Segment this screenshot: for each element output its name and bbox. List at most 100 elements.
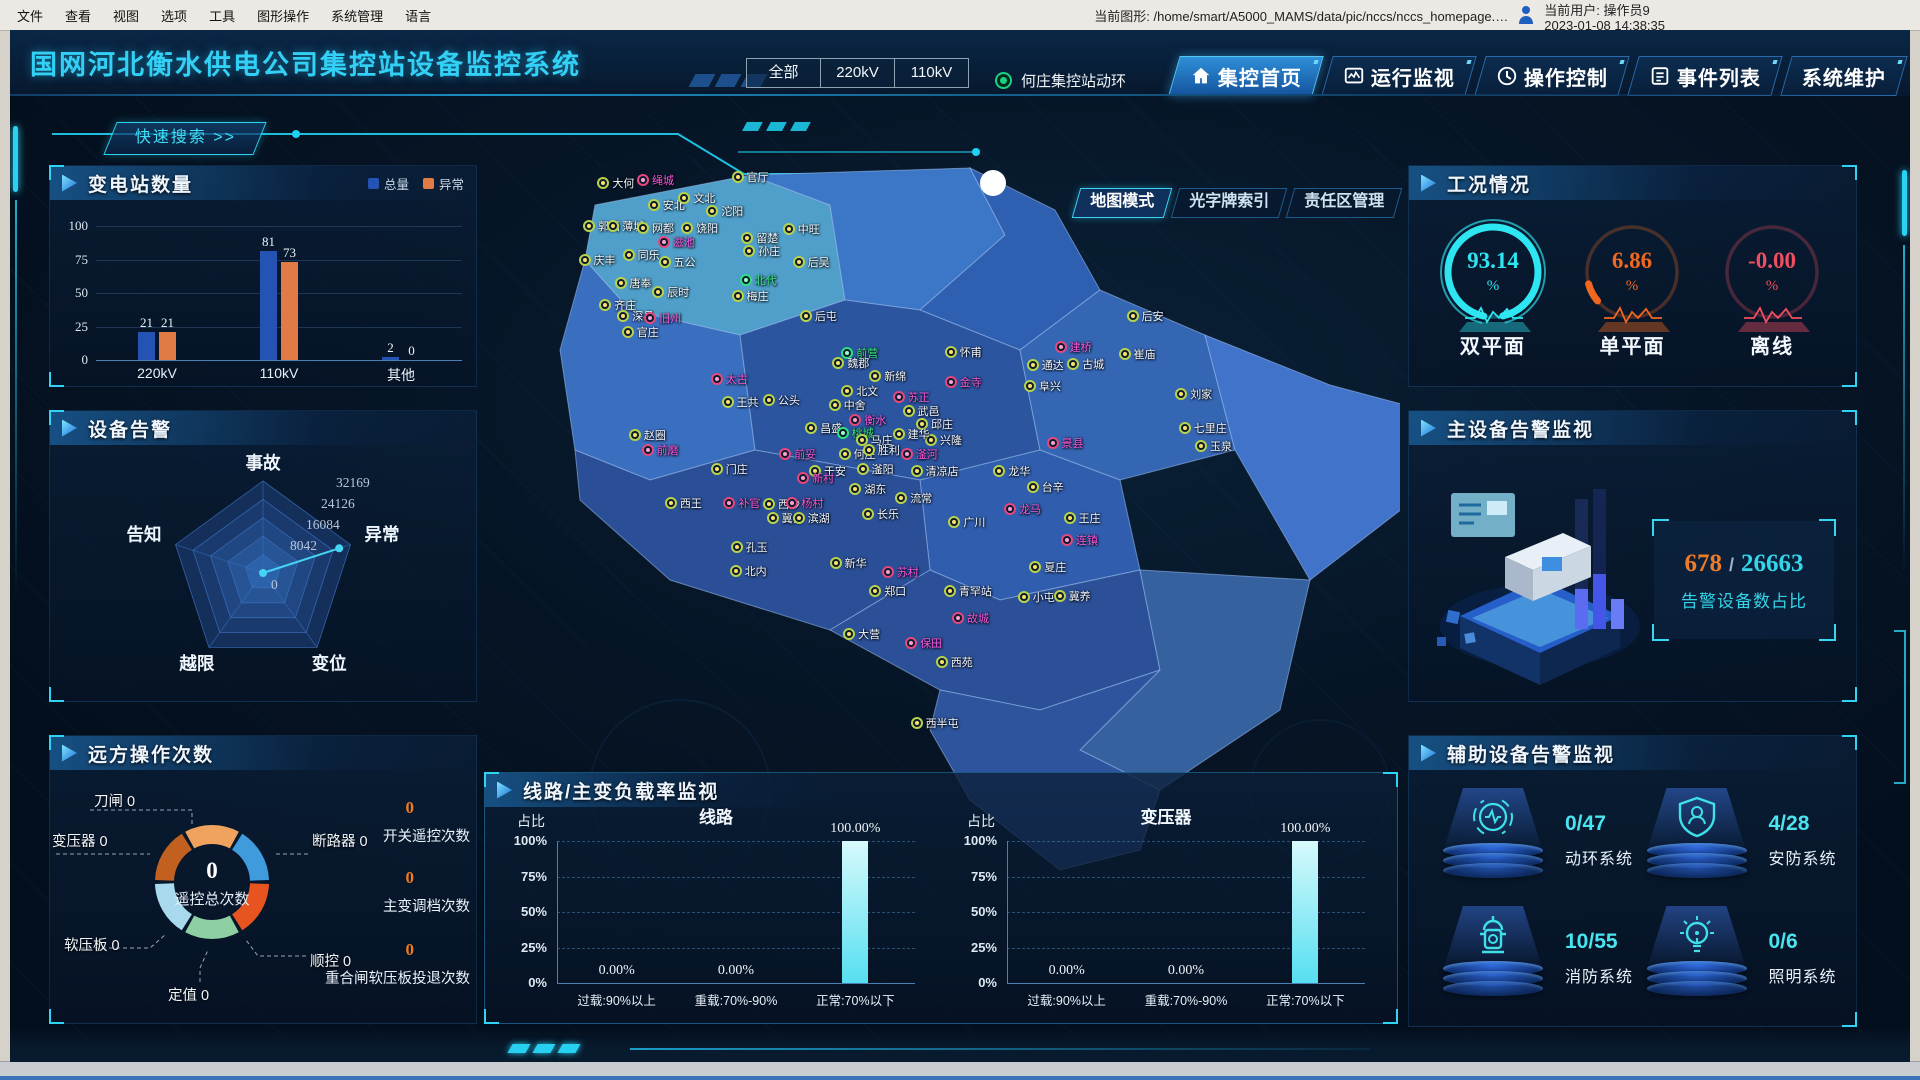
map-station-怀甫[interactable]: 怀甫: [945, 344, 982, 360]
map-station-官厅[interactable]: 官厅: [732, 169, 769, 185]
map-station-大营[interactable]: 大营: [843, 626, 880, 642]
map-station-流常[interactable]: 流常: [895, 490, 932, 506]
map-station-新绵[interactable]: 新绵: [869, 368, 906, 384]
aux-system-动环系统[interactable]: 0/47动环系统: [1435, 784, 1639, 896]
map-station-沱阳[interactable]: 沱阳: [706, 203, 743, 219]
map-station-中旺[interactable]: 中旺: [783, 221, 820, 237]
aux-system-消防系统[interactable]: 10/55消防系统: [1435, 902, 1639, 1014]
map-station-青罕站[interactable]: 青罕站: [944, 583, 992, 599]
menu-item-视图[interactable]: 视图: [102, 6, 150, 25]
nav-运行监视[interactable]: 运行监视: [1321, 56, 1476, 96]
map-station-广川[interactable]: 广川: [948, 514, 985, 530]
aux-system-照明系统[interactable]: 0/6照明系统: [1639, 902, 1843, 1014]
map-station-清凉店[interactable]: 清凉店: [911, 463, 959, 479]
map-station-夏庄[interactable]: 夏庄: [1029, 559, 1066, 575]
map-station-绳城[interactable]: 绳城: [637, 172, 674, 188]
map-station-王庄[interactable]: 王庄: [1064, 510, 1101, 526]
voltage-filter-220kV[interactable]: 220kV: [820, 58, 895, 88]
map-station-滨湖[interactable]: 滨湖: [793, 510, 830, 526]
map-station-崔庙[interactable]: 崔庙: [1119, 346, 1156, 362]
map-station-建华[interactable]: 建华: [893, 426, 930, 442]
map-station-后屯[interactable]: 后屯: [800, 308, 837, 324]
map-station-新村[interactable]: 新村: [797, 470, 834, 486]
menu-item-工具[interactable]: 工具: [198, 6, 246, 25]
map-station-魏郡[interactable]: 魏郡: [832, 355, 869, 371]
station-marker-icon: [711, 373, 723, 385]
menu-item-系统管理[interactable]: 系统管理: [320, 6, 394, 25]
left-edge-deco: [13, 126, 18, 192]
map-station-台辛[interactable]: 台辛: [1027, 479, 1064, 495]
nav-集控首页[interactable]: 集控首页: [1168, 56, 1323, 96]
quick-search-button[interactable]: 快速搜索 >>: [103, 122, 266, 155]
map-station-同乐[interactable]: 同乐: [623, 247, 660, 263]
map-station-滋池[interactable]: 滋池: [658, 234, 695, 250]
map-station-通达[interactable]: 通达: [1027, 357, 1064, 373]
menu-item-选项[interactable]: 选项: [150, 6, 198, 25]
map-station-官庄[interactable]: 官庄: [622, 324, 659, 340]
map-station-五公[interactable]: 五公: [659, 254, 696, 270]
map-station-中舍[interactable]: 中舍: [829, 397, 866, 413]
map-station-公头[interactable]: 公头: [763, 392, 800, 408]
map-station-滏河[interactable]: 滏河: [901, 446, 938, 462]
map-station-郑口[interactable]: 郑口: [869, 583, 906, 599]
map-station-太古[interactable]: 太古: [711, 371, 748, 387]
map-station-玉泉[interactable]: 玉泉: [1195, 438, 1232, 454]
menu-item-语言[interactable]: 语言: [394, 6, 442, 25]
map-station-北代[interactable]: 北代: [740, 272, 777, 288]
map-station-胜利[interactable]: 胜利: [863, 442, 900, 458]
map-station-龙马[interactable]: 龙马: [1004, 501, 1041, 517]
map-station-古城[interactable]: 古城: [1067, 356, 1104, 372]
map-station-苏村[interactable]: 苏村: [882, 564, 919, 580]
map-station-后安[interactable]: 后安: [1127, 308, 1164, 324]
map-station-保田[interactable]: 保田: [905, 635, 942, 651]
map-station-长乐[interactable]: 长乐: [862, 506, 899, 522]
map-station-西半屯[interactable]: 西半屯: [911, 715, 959, 731]
map-station-孙庄[interactable]: 孙庄: [743, 243, 780, 259]
map-station-滏阳[interactable]: 滏阳: [857, 461, 894, 477]
map-station-新华[interactable]: 新华: [830, 555, 867, 571]
map-station-建桥[interactable]: 建桥: [1055, 339, 1092, 355]
map-station-杨村[interactable]: 杨村: [786, 495, 823, 511]
nav-事件列表[interactable]: 事件列表: [1627, 56, 1782, 96]
menu-item-图形操作[interactable]: 图形操作: [246, 6, 320, 25]
map-station-阜兴[interactable]: 阜兴: [1024, 378, 1061, 394]
map-station-王共[interactable]: 王共: [722, 394, 759, 410]
station-indicator[interactable]: 何庄集控站动环: [995, 70, 1126, 91]
map-station-后吴[interactable]: 后吴: [793, 254, 830, 270]
map-station-梅庄[interactable]: 梅庄: [732, 288, 769, 304]
map-station-前磨[interactable]: 前磨: [642, 442, 679, 458]
menu-item-文件[interactable]: 文件: [6, 6, 54, 25]
map-mode-地图模式[interactable]: 地图模式: [1072, 188, 1173, 218]
station-marker-icon: [615, 277, 627, 289]
map-station-小屯[interactable]: 小屯: [1018, 589, 1055, 605]
map-station-西王[interactable]: 西王: [665, 495, 702, 511]
map-station-故城[interactable]: 故城: [952, 610, 989, 626]
map-station-冀养[interactable]: 冀养: [1054, 588, 1091, 604]
map-station-连镇[interactable]: 连镇: [1061, 532, 1098, 548]
map-station-门庄[interactable]: 门庄: [711, 461, 748, 477]
voltage-filter-全部[interactable]: 全部: [746, 58, 821, 88]
map-station-湖东[interactable]: 湖东: [849, 481, 886, 497]
map-station-辰时[interactable]: 辰时: [652, 284, 689, 300]
nav-操作控制[interactable]: 操作控制: [1474, 56, 1629, 96]
map-station-景县[interactable]: 景县: [1047, 435, 1084, 451]
map-station-庆丰[interactable]: 庆丰: [579, 252, 616, 268]
map-station-金寺[interactable]: 金寺: [945, 374, 982, 390]
aux-system-安防系统[interactable]: 4/28安防系统: [1639, 784, 1843, 896]
map-station-前妥[interactable]: 前妥: [779, 446, 816, 462]
map-station-补官[interactable]: 补官: [723, 495, 760, 511]
map-station-七里庄[interactable]: 七里庄: [1179, 420, 1227, 436]
map-mode-责任区管理[interactable]: 责任区管理: [1286, 188, 1403, 218]
map-station-孔玉[interactable]: 孔玉: [731, 539, 768, 555]
map-station-北内[interactable]: 北内: [730, 563, 767, 579]
panel-header: 变电站数量 总量异常: [50, 166, 476, 200]
voltage-filter-110kV[interactable]: 110kV: [894, 58, 969, 88]
map-station-西苑[interactable]: 西苑: [936, 654, 973, 670]
map-station-刘家[interactable]: 刘家: [1175, 386, 1212, 402]
map-mode-光字牌索引[interactable]: 光字牌索引: [1171, 188, 1288, 218]
menu-item-查看[interactable]: 查看: [54, 6, 102, 25]
map-station-大何[interactable]: 大何: [597, 175, 634, 191]
nav-系统维护[interactable]: 系统维护: [1780, 56, 1907, 96]
map-station-唐奉[interactable]: 唐奉: [615, 275, 652, 291]
map-station-龙华[interactable]: 龙华: [993, 463, 1030, 479]
